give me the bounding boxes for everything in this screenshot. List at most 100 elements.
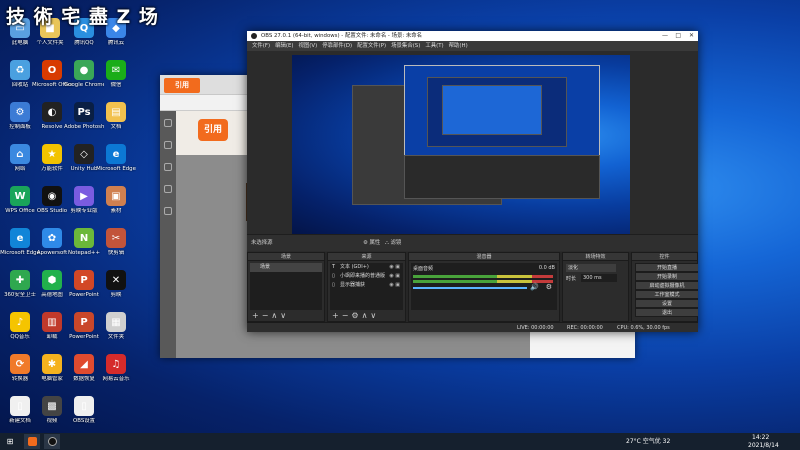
mixer-dock: 混音器 桌面音频 0.0 dB 🔊 ⚙: [408, 252, 560, 322]
no-source-label: 未选择源: [251, 240, 273, 246]
app-icon: ⌂: [10, 144, 30, 164]
level-meter: [413, 275, 553, 278]
rec-timer: REC: 00:00:00: [567, 325, 603, 331]
scene-item[interactable]: 场景: [250, 263, 322, 272]
app-icon: e: [106, 144, 126, 164]
close-icon[interactable]: ✕: [689, 31, 694, 41]
monitor-icon: ▯: [332, 282, 335, 288]
clock-icon[interactable]: [164, 141, 172, 149]
app-icon: ✚: [10, 270, 30, 290]
taskbar: ⊞ 27°C 空气优 32 14:22 2021/8/14: [0, 433, 800, 450]
app-icon: ✱: [42, 354, 62, 374]
duration-input[interactable]: 300 ms: [581, 274, 617, 282]
app-icon: Ps: [74, 102, 94, 122]
app-icon: ✕: [106, 270, 126, 290]
app-icon: ▯: [74, 396, 94, 416]
obs-preview[interactable]: [292, 55, 630, 234]
browser-tab[interactable]: 引用: [164, 78, 200, 93]
clock-date[interactable]: 2021/8/14: [748, 442, 779, 450]
app-icon: ⚙: [10, 102, 30, 122]
scenes-list: 场景: [250, 263, 322, 310]
menu-item[interactable]: 工具(T): [425, 43, 443, 49]
gear-icon[interactable]: ⚙: [546, 283, 552, 291]
menu-item[interactable]: 场景集合(S): [391, 43, 420, 49]
taskbar-app-browser[interactable]: [24, 434, 40, 449]
properties-button[interactable]: ⚙ 属性: [363, 235, 380, 252]
app-icon: ◇: [74, 144, 94, 164]
app-icon: ♪: [10, 312, 30, 332]
menu-item[interactable]: 文件(F): [252, 43, 270, 49]
menu-item[interactable]: 视图(V): [299, 43, 318, 49]
start-button[interactable]: ⊞: [2, 434, 18, 449]
scenes-footer[interactable]: +−∧∨: [248, 310, 324, 321]
desktop-icon[interactable]: ✉ 微信: [96, 60, 136, 104]
menu-item[interactable]: 停靠部件(D): [322, 43, 352, 49]
clock-time[interactable]: 14:22: [752, 434, 769, 442]
menu-item[interactable]: 配置文件(P): [357, 43, 386, 49]
desktop-icon[interactable]: ▣ 素材: [96, 186, 136, 230]
source-item[interactable]: ▯ 显示器捕获 ◉ ▣: [330, 281, 403, 290]
filters-button[interactable]: ⛬ 滤镜: [385, 235, 401, 252]
list-icon[interactable]: [164, 163, 172, 171]
star-icon[interactable]: [164, 207, 172, 215]
app-icon: ⟳: [10, 354, 30, 374]
sources-list: T 文本 (GDI+) ◉ ▣ ▯ 小飒即来播的普通版 ◉ ▣ ▯ 显示器捕获 ◉ ▣: [330, 263, 403, 310]
start-streaming-button[interactable]: 开始直播: [635, 263, 698, 272]
desktop-icon[interactable]: ▦ 文件夹: [96, 312, 136, 356]
sources-footer[interactable]: +−⚙∧∨: [328, 310, 405, 321]
app-icon: ◉: [42, 186, 62, 206]
source-item[interactable]: T 文本 (GDI+) ◉ ▣: [330, 263, 403, 272]
speaker-icon[interactable]: 🔊: [530, 283, 539, 291]
virtual-camera-button[interactable]: 启动虚拟摄像机: [635, 281, 698, 290]
heart-icon[interactable]: [164, 119, 172, 127]
taskbar-app-obs[interactable]: [44, 434, 60, 449]
desktop-icon[interactable]: ✂ 快剪辑: [96, 228, 136, 272]
controls-dock: 控件 开始直播 开始录制 启动虚拟摄像机 工作室模式 设置 退出: [631, 252, 698, 322]
desktop-icon-label: 快剪辑: [107, 250, 125, 256]
obs-window[interactable]: OBS 27.0.1 (64-bit, windows) - 配置文件: 未命名…: [247, 31, 698, 332]
download-icon[interactable]: [164, 185, 172, 193]
app-icon: ▦: [106, 312, 126, 332]
app-icon: P: [74, 312, 94, 332]
desktop-icon-label: 素材: [110, 208, 122, 214]
menu-item[interactable]: 帮助(H): [449, 43, 468, 49]
desktop-icon-label: 网易云音乐: [102, 376, 130, 382]
desktop-icon[interactable]: e Microsoft Edge: [96, 144, 136, 188]
transition-select[interactable]: 淡化: [566, 264, 616, 272]
obs-logo-icon: [251, 33, 257, 39]
settings-button[interactable]: 设置: [635, 299, 698, 308]
desktop-icon-label: Microsoft Edge: [96, 166, 136, 172]
source-item[interactable]: ▯ 小飒即来播的普通版 ◉ ▣: [330, 272, 403, 281]
desktop-icon[interactable]: ▤ 文档: [96, 102, 136, 146]
app-icon: ♻: [10, 60, 30, 80]
app-icon: ▩: [42, 396, 62, 416]
start-recording-button[interactable]: 开始录制: [635, 272, 698, 281]
obs-menubar: 文件(F) 编辑(E) 视图(V) 停靠部件(D) 配置文件(P) 场景集合(S) 工具(T…: [247, 41, 698, 51]
browser-sidebar: [160, 111, 176, 358]
minimize-icon[interactable]: —: [662, 31, 668, 41]
studio-mode-button[interactable]: 工作室模式: [635, 290, 698, 299]
nested-docks: [404, 155, 600, 199]
maximize-icon[interactable]: □: [675, 31, 681, 41]
desktop-icon-label: 文件夹: [107, 334, 125, 340]
media-icon: ▯: [332, 273, 335, 279]
site-logo[interactable]: 引用: [198, 119, 228, 141]
weather[interactable]: 27°C 空气优 32: [626, 433, 670, 450]
desktop-icon-label: 剪映: [110, 292, 122, 298]
app-icon: ▤: [106, 102, 126, 122]
app-icon: ▥: [42, 312, 62, 332]
volume-slider[interactable]: [413, 287, 527, 289]
controls-header: 控件: [632, 253, 697, 261]
obs-statusbar: LIVE: 00:00:00 REC: 00:00:00 CPU: 0.6%, …: [247, 322, 698, 332]
channel-name: 桌面音频: [413, 266, 434, 272]
text-icon: T: [332, 264, 336, 270]
eye-icon: ◉ ▣: [389, 282, 400, 288]
app-icon: ▣: [106, 186, 126, 206]
app-icon: ▯: [10, 396, 30, 416]
app-icon: ✿: [42, 228, 62, 248]
desktop-icon[interactable]: ✕ 剪映: [96, 270, 136, 314]
menu-item[interactable]: 编辑(E): [275, 43, 293, 49]
app-icon: ●: [74, 60, 94, 80]
exit-button[interactable]: 退出: [635, 308, 698, 317]
desktop-icon[interactable]: ♫ 网易云音乐: [96, 354, 136, 398]
